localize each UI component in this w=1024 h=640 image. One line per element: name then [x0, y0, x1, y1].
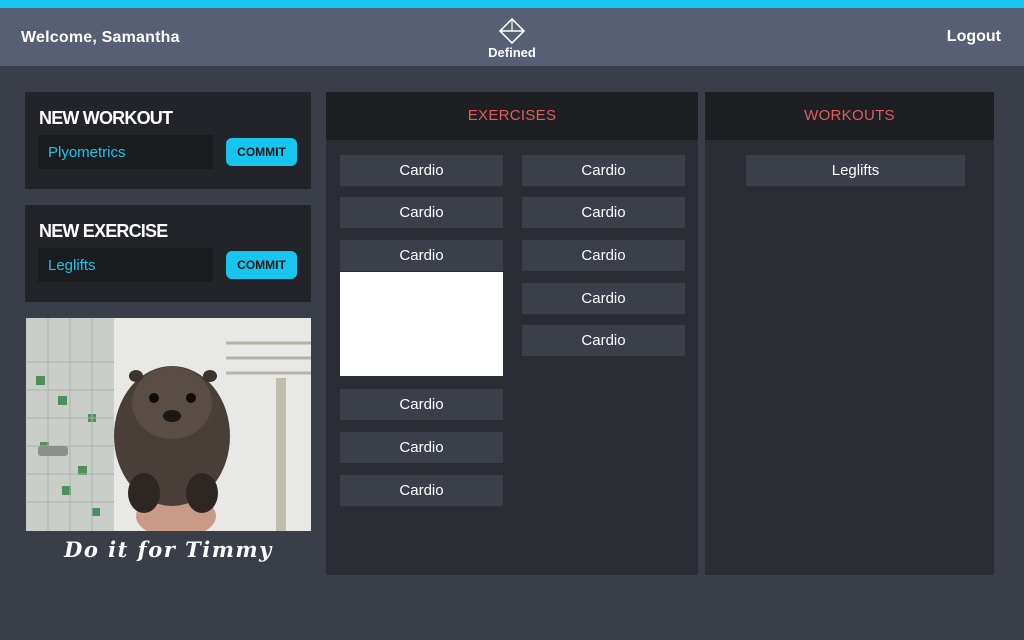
- exercise-item[interactable]: Cardio: [522, 240, 685, 271]
- exercise-detail-box: [340, 272, 503, 376]
- exercises-title: EXERCISES: [326, 92, 698, 140]
- app-logo[interactable]: Defined: [486, 18, 538, 62]
- new-workout-title: NEW WORKOUT: [39, 108, 173, 128]
- exercise-item[interactable]: Cardio: [522, 325, 685, 356]
- top-accent-stripe: [0, 0, 1024, 8]
- exercise-item[interactable]: Cardio: [522, 155, 685, 186]
- exercise-item[interactable]: Cardio: [340, 475, 503, 506]
- exercise-item[interactable]: Cardio: [340, 389, 503, 420]
- exercise-item[interactable]: Cardio: [340, 197, 503, 228]
- new-workout-input[interactable]: [38, 135, 213, 169]
- exercise-item[interactable]: Cardio: [522, 197, 685, 228]
- exercise-item[interactable]: Cardio: [340, 155, 503, 186]
- otter-photo: [26, 318, 311, 531]
- welcome-message: Welcome, Samantha: [21, 29, 180, 46]
- exercises-panel: EXERCISES Cardio Cardio Cardio Cardio Ca…: [326, 92, 698, 575]
- workout-item[interactable]: Leglifts: [746, 155, 965, 186]
- app-header: Welcome, Samantha Defined Logout: [0, 8, 1024, 66]
- diamond-logo-icon: [498, 18, 526, 44]
- commit-exercise-button[interactable]: COMMIT: [226, 251, 297, 279]
- exercise-item[interactable]: Cardio: [522, 283, 685, 314]
- workouts-panel: WORKOUTS Leglifts: [705, 92, 994, 575]
- workouts-title: WORKOUTS: [705, 92, 994, 140]
- exercise-item[interactable]: Cardio: [340, 432, 503, 463]
- commit-workout-button[interactable]: COMMIT: [226, 138, 297, 166]
- new-exercise-title: NEW EXERCISE: [39, 221, 168, 241]
- motivation-caption: Do it for Timmy: [64, 537, 273, 562]
- new-exercise-input[interactable]: [38, 248, 213, 282]
- logout-link[interactable]: Logout: [947, 28, 1001, 46]
- logo-text: Defined: [488, 45, 536, 60]
- new-exercise-panel: NEW EXERCISE COMMIT: [25, 205, 311, 302]
- exercise-item[interactable]: Cardio: [340, 240, 503, 271]
- new-workout-panel: NEW WORKOUT COMMIT: [25, 92, 311, 189]
